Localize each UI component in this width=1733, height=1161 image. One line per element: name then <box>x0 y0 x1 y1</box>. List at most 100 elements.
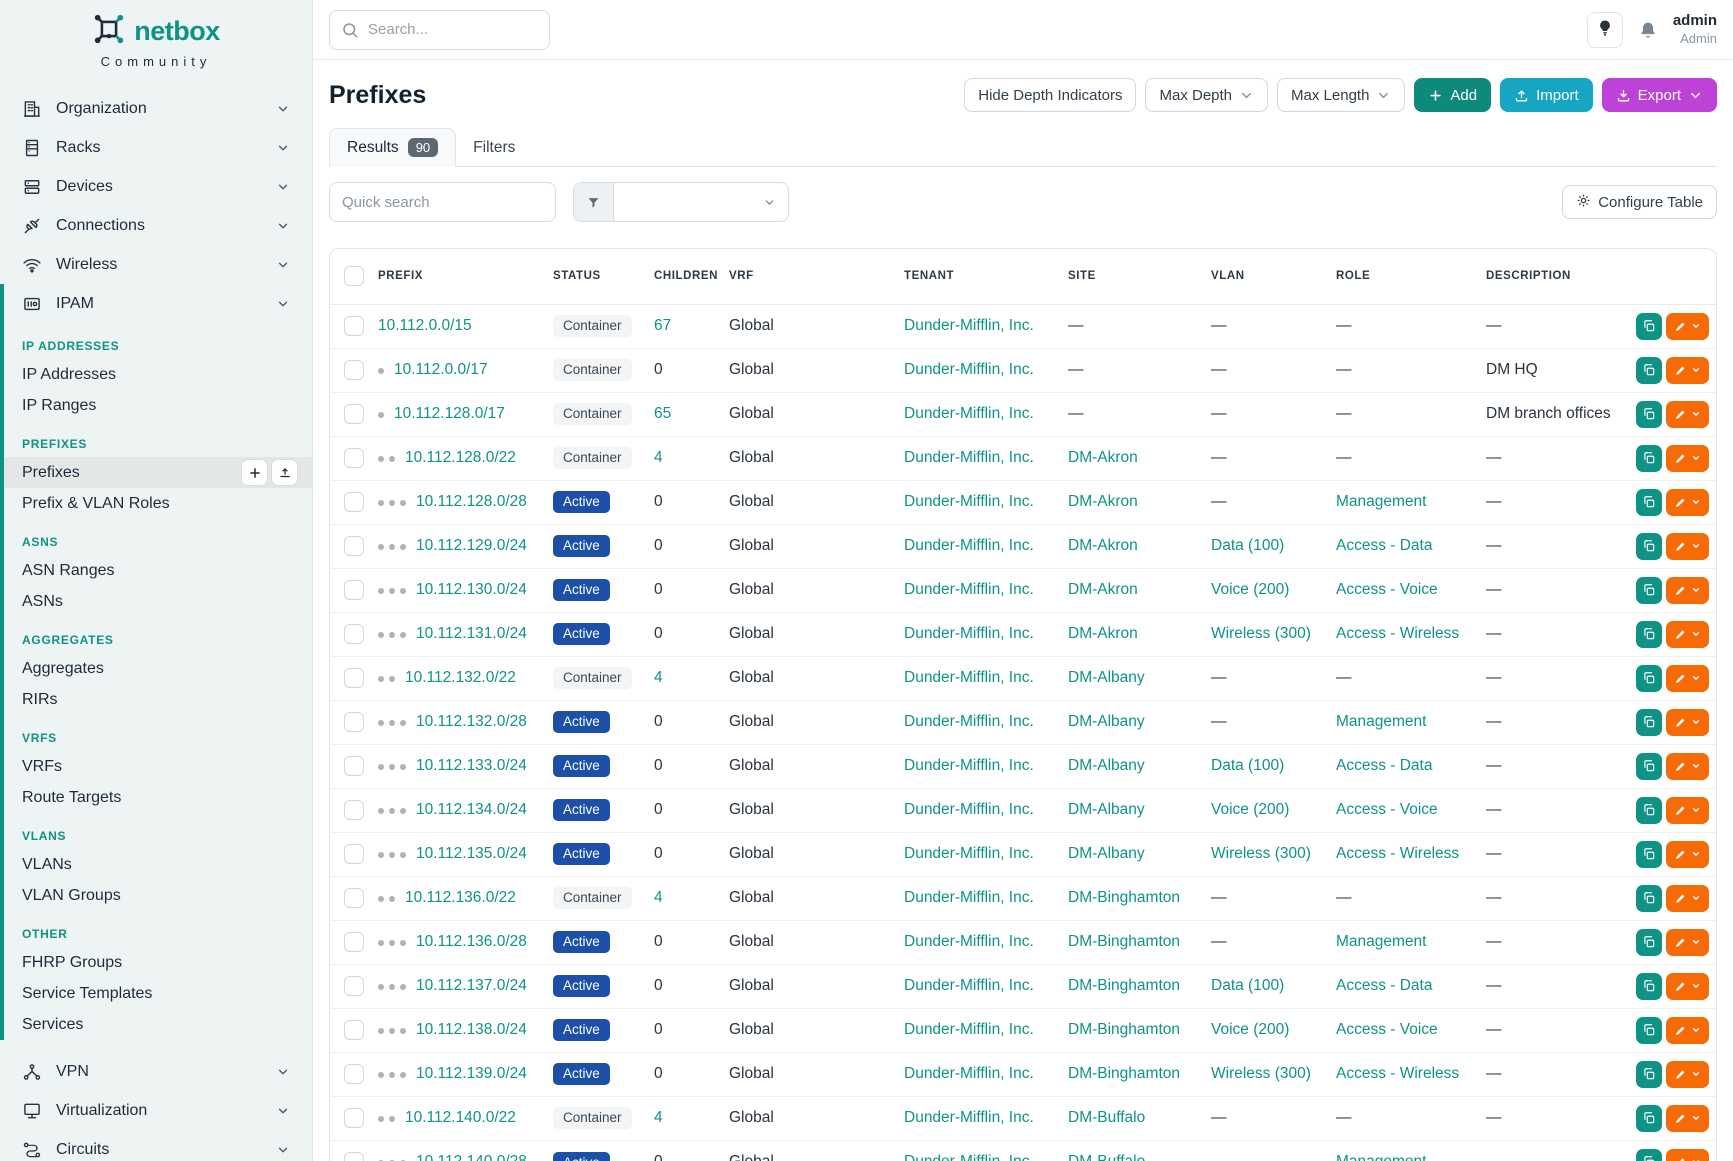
children-count[interactable]: 65 <box>654 405 671 422</box>
copy-button[interactable] <box>1636 709 1662 736</box>
site-link[interactable]: DM-Binghamton <box>1068 889 1180 906</box>
copy-button[interactable] <box>1636 357 1662 384</box>
role-link[interactable]: Management <box>1336 933 1426 950</box>
notifications-bell-icon[interactable] <box>1638 20 1658 40</box>
children-count[interactable]: 0 <box>654 933 663 950</box>
children-count[interactable]: 0 <box>654 757 663 774</box>
vlan-link[interactable]: Voice (200) <box>1211 581 1289 598</box>
sidebar-item-vrfs[interactable]: VRFs <box>0 751 312 782</box>
vlan-link[interactable]: Wireless (300) <box>1211 845 1311 862</box>
children-count[interactable]: 0 <box>654 361 663 378</box>
vlan-link[interactable]: — <box>1211 933 1227 950</box>
sidebar-item-fhrp-groups[interactable]: FHRP Groups <box>0 947 312 978</box>
role-link[interactable]: Access - Data <box>1336 757 1432 774</box>
tenant-link[interactable]: Dunder-Mifflin, Inc. <box>904 1153 1034 1161</box>
row-checkbox[interactable] <box>344 624 364 644</box>
sidebar-item-virtualization[interactable]: Virtualization <box>0 1091 312 1130</box>
edit-button[interactable] <box>1666 1149 1709 1161</box>
children-count[interactable]: 4 <box>654 449 663 466</box>
site-link[interactable]: DM-Binghamton <box>1068 933 1180 950</box>
tenant-link[interactable]: Dunder-Mifflin, Inc. <box>904 713 1034 730</box>
role-link[interactable]: Management <box>1336 713 1426 730</box>
vlan-link[interactable]: — <box>1211 317 1227 334</box>
tenant-link[interactable]: Dunder-Mifflin, Inc. <box>904 1021 1034 1038</box>
tenant-link[interactable]: Dunder-Mifflin, Inc. <box>904 889 1034 906</box>
prefix-link[interactable]: 10.112.138.0/24 <box>416 1021 527 1039</box>
tenant-link[interactable]: Dunder-Mifflin, Inc. <box>904 669 1034 686</box>
column-header-tenant[interactable]: TENANT <box>904 249 1068 304</box>
edit-button[interactable] <box>1666 797 1709 824</box>
sidebar-item-racks[interactable]: Racks <box>0 128 312 167</box>
role-link[interactable]: Access - Wireless <box>1336 1065 1459 1082</box>
vlan-link[interactable]: Data (100) <box>1211 977 1284 994</box>
copy-button[interactable] <box>1636 445 1662 472</box>
copy-button[interactable] <box>1636 841 1662 868</box>
column-header-role[interactable]: ROLE <box>1336 249 1486 304</box>
sidebar-item-route-targets[interactable]: Route Targets <box>0 782 312 813</box>
tenant-link[interactable]: Dunder-Mifflin, Inc. <box>904 317 1034 334</box>
sidebar-item-services[interactable]: Services <box>0 1009 312 1040</box>
vlan-link[interactable]: — <box>1211 361 1227 378</box>
copy-button[interactable] <box>1636 621 1662 648</box>
prefix-link[interactable]: 10.112.128.0/28 <box>416 493 527 511</box>
prefix-link[interactable]: 10.112.140.0/22 <box>405 1109 516 1127</box>
prefix-link[interactable]: 10.112.140.0/28 <box>416 1153 527 1161</box>
prefix-link[interactable]: 10.112.139.0/24 <box>416 1065 527 1083</box>
theme-toggle-button[interactable] <box>1587 12 1623 48</box>
row-checkbox[interactable] <box>344 756 364 776</box>
brand[interactable]: netbox Community <box>0 0 312 69</box>
children-count[interactable]: 0 <box>654 1021 663 1038</box>
vlan-link[interactable]: — <box>1211 405 1227 422</box>
column-header-children[interactable]: CHILDREN <box>654 249 729 304</box>
children-count[interactable]: 4 <box>654 889 663 906</box>
tenant-link[interactable]: Dunder-Mifflin, Inc. <box>904 405 1034 422</box>
children-count[interactable]: 0 <box>654 1153 663 1161</box>
row-checkbox[interactable] <box>344 404 364 424</box>
role-link[interactable]: Access - Wireless <box>1336 625 1459 642</box>
row-checkbox[interactable] <box>344 1064 364 1084</box>
prefix-link[interactable]: 10.112.0.0/15 <box>378 317 472 335</box>
children-count[interactable]: 0 <box>654 801 663 818</box>
role-link[interactable]: Access - Data <box>1336 977 1432 994</box>
edit-button[interactable] <box>1666 401 1709 428</box>
site-link[interactable]: DM-Akron <box>1068 449 1138 466</box>
copy-button[interactable] <box>1636 1061 1662 1088</box>
role-link[interactable]: — <box>1336 405 1352 422</box>
tenant-link[interactable]: Dunder-Mifflin, Inc. <box>904 845 1034 862</box>
tenant-link[interactable]: Dunder-Mifflin, Inc. <box>904 1109 1034 1126</box>
column-header-prefix[interactable]: PREFIX <box>378 249 553 304</box>
column-header-vrf[interactable]: VRF <box>729 249 904 304</box>
sidebar-item-asn-ranges[interactable]: ASN Ranges <box>0 555 312 586</box>
children-count[interactable]: 4 <box>654 669 663 686</box>
vlan-link[interactable]: — <box>1211 449 1227 466</box>
copy-button[interactable] <box>1636 401 1662 428</box>
column-header-description[interactable]: DESCRIPTION <box>1486 249 1636 304</box>
edit-button[interactable] <box>1666 533 1709 560</box>
site-link[interactable]: DM-Albany <box>1068 845 1145 862</box>
vlan-link[interactable]: — <box>1211 493 1227 510</box>
children-count[interactable]: 0 <box>654 537 663 554</box>
hide-depth-indicators-button[interactable]: Hide Depth Indicators <box>964 78 1136 112</box>
tenant-link[interactable]: Dunder-Mifflin, Inc. <box>904 537 1034 554</box>
site-link[interactable]: DM-Buffalo <box>1068 1109 1145 1126</box>
site-link[interactable]: — <box>1068 405 1084 422</box>
prefix-link[interactable]: 10.112.132.0/22 <box>405 669 516 687</box>
site-link[interactable]: DM-Akron <box>1068 625 1138 642</box>
prefix-link[interactable]: 10.112.130.0/24 <box>416 581 527 599</box>
site-link[interactable]: DM-Binghamton <box>1068 1021 1180 1038</box>
row-checkbox[interactable] <box>344 492 364 512</box>
copy-button[interactable] <box>1636 1017 1662 1044</box>
tenant-link[interactable]: Dunder-Mifflin, Inc. <box>904 1065 1034 1082</box>
quick-search-input[interactable] <box>329 182 556 222</box>
children-count[interactable]: 0 <box>654 713 663 730</box>
row-checkbox[interactable] <box>344 976 364 996</box>
edit-button[interactable] <box>1666 929 1709 956</box>
prefix-link[interactable]: 10.112.132.0/28 <box>416 713 527 731</box>
vlan-link[interactable]: Voice (200) <box>1211 801 1289 818</box>
edit-button[interactable] <box>1666 313 1709 340</box>
sidebar-item-wireless[interactable]: Wireless <box>0 245 312 284</box>
sidebar-item-prefix-vlan-roles[interactable]: Prefix & VLAN Roles <box>0 488 312 519</box>
prefix-link[interactable]: 10.112.128.0/17 <box>394 405 505 423</box>
site-link[interactable]: DM-Binghamton <box>1068 1065 1180 1082</box>
vlan-link[interactable]: Voice (200) <box>1211 1021 1289 1038</box>
